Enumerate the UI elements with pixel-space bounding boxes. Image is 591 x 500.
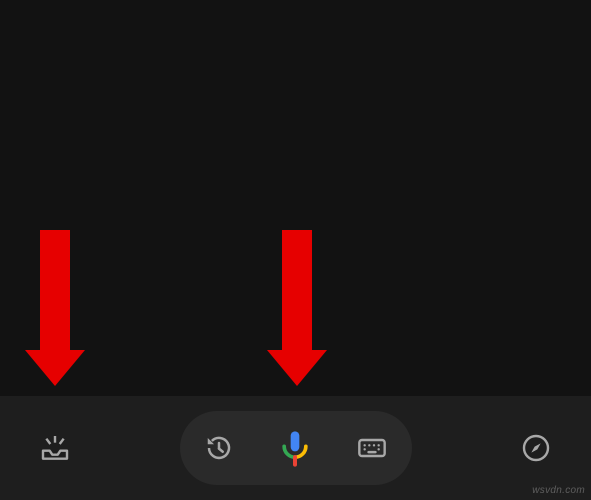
inbox-icon	[39, 432, 71, 464]
history-icon	[204, 433, 234, 463]
assistant-bottom-bar	[0, 396, 591, 500]
keyboard-icon	[356, 432, 388, 464]
annotation-arrow-left	[40, 230, 70, 386]
annotation-arrow-right	[282, 230, 312, 386]
compass-icon	[520, 432, 552, 464]
assistant-input-pill	[180, 411, 412, 485]
keyboard-button[interactable]	[356, 432, 388, 464]
history-button[interactable]	[204, 433, 234, 463]
mic-button[interactable]	[275, 428, 315, 468]
watermark-text: wsvdn.com	[532, 485, 585, 496]
explore-button[interactable]	[520, 432, 552, 464]
mic-icon	[275, 428, 315, 468]
inbox-button[interactable]	[39, 432, 71, 464]
